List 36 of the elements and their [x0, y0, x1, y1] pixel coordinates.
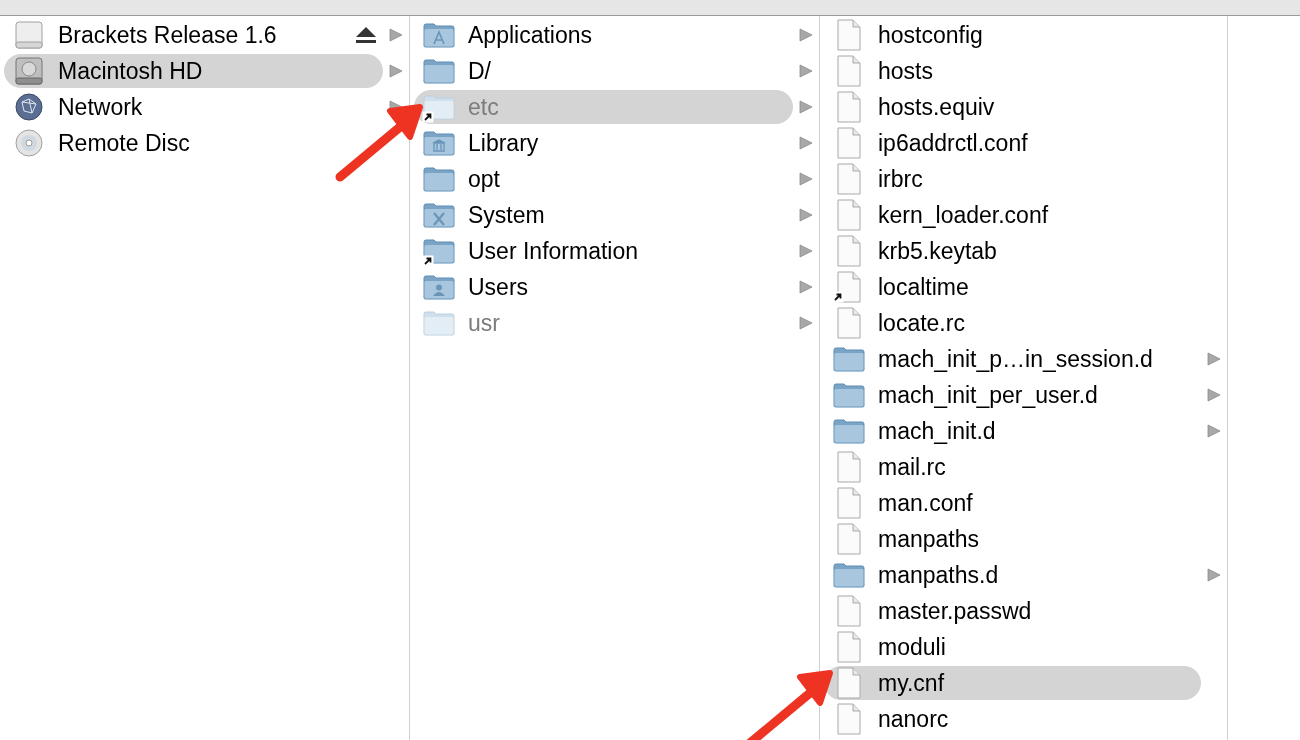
file-item[interactable]: kern_loader.conf: [824, 198, 1201, 232]
folder-item[interactable]: manpaths.d: [824, 558, 1201, 592]
folder-item[interactable]: Users: [414, 270, 793, 304]
file-item[interactable]: nanorc: [824, 702, 1201, 736]
file-item[interactable]: man.conf: [824, 486, 1201, 520]
file-item[interactable]: manpaths: [824, 522, 1201, 556]
file-item[interactable]: master.passwd: [824, 594, 1201, 628]
file-item[interactable]: ip6addrctl.conf: [824, 126, 1201, 160]
eject-icon[interactable]: [355, 26, 377, 44]
folder-item[interactable]: opt: [414, 162, 793, 196]
sidebar-item[interactable]: Network: [4, 90, 383, 124]
folder-item[interactable]: Library: [414, 126, 793, 160]
file-item[interactable]: my.cnf: [824, 666, 1201, 700]
sidebar-item[interactable]: Remote Disc: [4, 126, 383, 160]
sidebar-item[interactable]: Brackets Release 1.6: [4, 18, 355, 52]
drive-icon: [12, 19, 46, 51]
file-item[interactable]: irbrc: [824, 162, 1201, 196]
folder-item[interactable]: User Information: [414, 234, 793, 268]
globe-icon: [12, 91, 46, 123]
folder-item[interactable]: mach_init_per_user.d: [824, 378, 1201, 412]
file-item[interactable]: hosts: [824, 54, 1201, 88]
disc-icon: [12, 127, 46, 159]
folder-item[interactable]: mach_init_p…in_session.d: [824, 342, 1201, 376]
folder-item[interactable]: mach_init.d: [824, 414, 1201, 448]
sidebar-item[interactable]: Macintosh HD: [4, 54, 383, 88]
folder-item[interactable]: usr: [414, 306, 793, 340]
file-item[interactable]: localtime: [824, 270, 1201, 304]
file-item[interactable]: moduli: [824, 630, 1201, 664]
file-item[interactable]: hostconfig: [824, 18, 1201, 52]
file-item[interactable]: mail.rc: [824, 450, 1201, 484]
file-item[interactable]: locate.rc: [824, 306, 1201, 340]
file-item[interactable]: krb5.keytab: [824, 234, 1201, 268]
folder-item[interactable]: D/: [414, 54, 793, 88]
file-item[interactable]: hosts.equiv: [824, 90, 1201, 124]
folder-item[interactable]: Applications: [414, 18, 793, 52]
folder-item[interactable]: System: [414, 198, 793, 232]
